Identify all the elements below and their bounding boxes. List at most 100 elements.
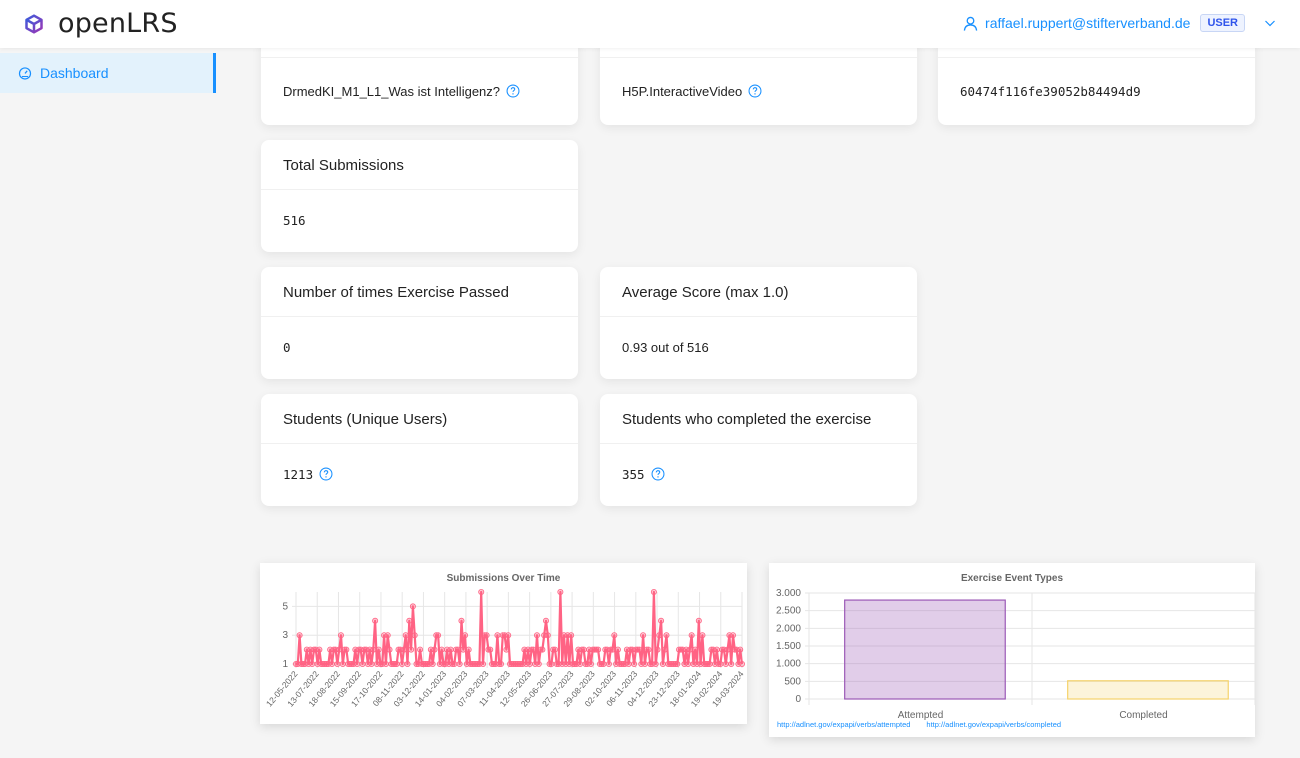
data-point — [375, 646, 382, 653]
data-point — [382, 661, 389, 668]
y-tick-label: 2.500 — [776, 606, 801, 617]
data-point — [462, 632, 469, 639]
data-point — [688, 632, 695, 639]
data-point — [641, 661, 648, 668]
data-point — [730, 632, 737, 639]
data-point — [713, 646, 720, 653]
card-header — [938, 48, 1255, 58]
data-point — [359, 661, 366, 668]
data-point — [409, 603, 416, 610]
main-content: DrmedKI_M1_L1_Was ist Intelligenz? H5P.I… — [216, 48, 1300, 758]
y-tick-label: 1.500 — [776, 641, 801, 652]
data-point — [611, 632, 618, 639]
data-point — [368, 661, 375, 668]
y-tick-label: 5 — [282, 601, 288, 612]
average-score-value: 0.93 out of 516 — [622, 339, 709, 355]
data-point — [458, 617, 465, 624]
data-point — [738, 661, 745, 668]
data-point — [408, 646, 415, 653]
y-tick-label: 0 — [795, 694, 801, 705]
data-point — [411, 632, 418, 639]
data-point — [568, 632, 575, 639]
data-point — [631, 661, 638, 668]
verb-link-completed[interactable]: http://adlnet.gov/expapi/verbs/completed — [926, 720, 1061, 729]
card-header — [261, 48, 578, 58]
data-point — [465, 646, 472, 653]
app-name: openLRS — [58, 8, 178, 39]
sidebar: Dashboard — [0, 48, 216, 758]
card-title: Students who completed the exercise — [600, 394, 917, 444]
help-icon[interactable] — [651, 467, 665, 481]
cube-logo-icon — [25, 13, 43, 34]
data-point — [334, 661, 341, 668]
data-point — [343, 646, 350, 653]
card-title: Number of times Exercise Passed — [261, 267, 578, 317]
data-point — [503, 646, 510, 653]
data-point — [354, 661, 361, 668]
data-point — [370, 646, 377, 653]
data-point — [706, 661, 713, 668]
app-logo[interactable]: openLRS — [24, 8, 178, 39]
data-point — [393, 661, 400, 668]
data-point — [406, 617, 413, 624]
data-point — [336, 646, 343, 653]
help-icon[interactable] — [319, 467, 333, 481]
data-point — [695, 617, 702, 624]
exercise-name-card: DrmedKI_M1_L1_Was ist Intelligenz? — [261, 48, 578, 125]
data-point — [456, 661, 463, 668]
y-tick-label: 2.000 — [776, 623, 801, 634]
data-point — [548, 661, 555, 668]
data-point — [652, 661, 659, 668]
data-point — [685, 661, 692, 668]
role-badge: USER — [1200, 14, 1245, 32]
data-point — [447, 646, 454, 653]
verb-links: http://adlnet.gov/expapi/verbs/attempted… — [777, 720, 1061, 729]
data-point — [402, 632, 409, 639]
user-menu[interactable]: raffael.ruppert@stifterverband.de USER — [963, 14, 1276, 32]
chevron-down-icon[interactable] — [1264, 17, 1276, 29]
data-point — [478, 588, 485, 595]
help-icon[interactable] — [506, 84, 520, 98]
dashboard-gauge-icon — [18, 67, 32, 80]
bar-attempted — [844, 599, 1006, 700]
data-point — [498, 661, 505, 668]
data-point — [494, 632, 501, 639]
data-point — [431, 646, 438, 653]
data-point — [625, 661, 632, 668]
card-title: Students (Unique Users) — [261, 394, 578, 444]
data-point — [640, 632, 647, 639]
card-title: Total Submissions — [261, 140, 578, 190]
data-point — [435, 632, 442, 639]
help-icon[interactable] — [748, 84, 762, 98]
data-point — [372, 617, 379, 624]
exercise-id-card: 60474f116fe39052b84494d9 — [938, 48, 1255, 125]
data-point — [328, 661, 335, 668]
data-point — [505, 632, 512, 639]
sidebar-item-dashboard[interactable]: Dashboard — [0, 53, 216, 93]
data-point — [454, 646, 461, 653]
data-point — [438, 646, 445, 653]
times-passed-card: Number of times Exercise Passed 0 — [261, 267, 578, 379]
data-point — [551, 646, 558, 653]
exercise-id: 60474f116fe39052b84494d9 — [960, 83, 1141, 99]
data-point — [386, 646, 393, 653]
data-point — [737, 646, 744, 653]
data-point — [650, 588, 657, 595]
unique-students-value: 1213 — [283, 466, 314, 482]
data-point — [542, 617, 549, 624]
content-type: H5P.InteractiveVideo — [622, 83, 743, 99]
user-email[interactable]: raffael.ruppert@stifterverband.de — [985, 15, 1190, 31]
data-point — [487, 646, 494, 653]
verb-link-attempted[interactable]: http://adlnet.gov/expapi/verbs/attempted — [777, 720, 910, 729]
data-point — [309, 661, 316, 668]
data-point — [645, 646, 652, 653]
sidebar-item-label: Dashboard — [40, 65, 109, 81]
data-point — [658, 617, 665, 624]
user-icon — [963, 16, 978, 31]
y-tick-label: 1.000 — [776, 659, 801, 670]
series-line — [296, 590, 744, 666]
x-tick-label: Completed — [1119, 710, 1167, 721]
data-point — [480, 661, 487, 668]
data-point — [533, 632, 540, 639]
data-point — [717, 661, 724, 668]
